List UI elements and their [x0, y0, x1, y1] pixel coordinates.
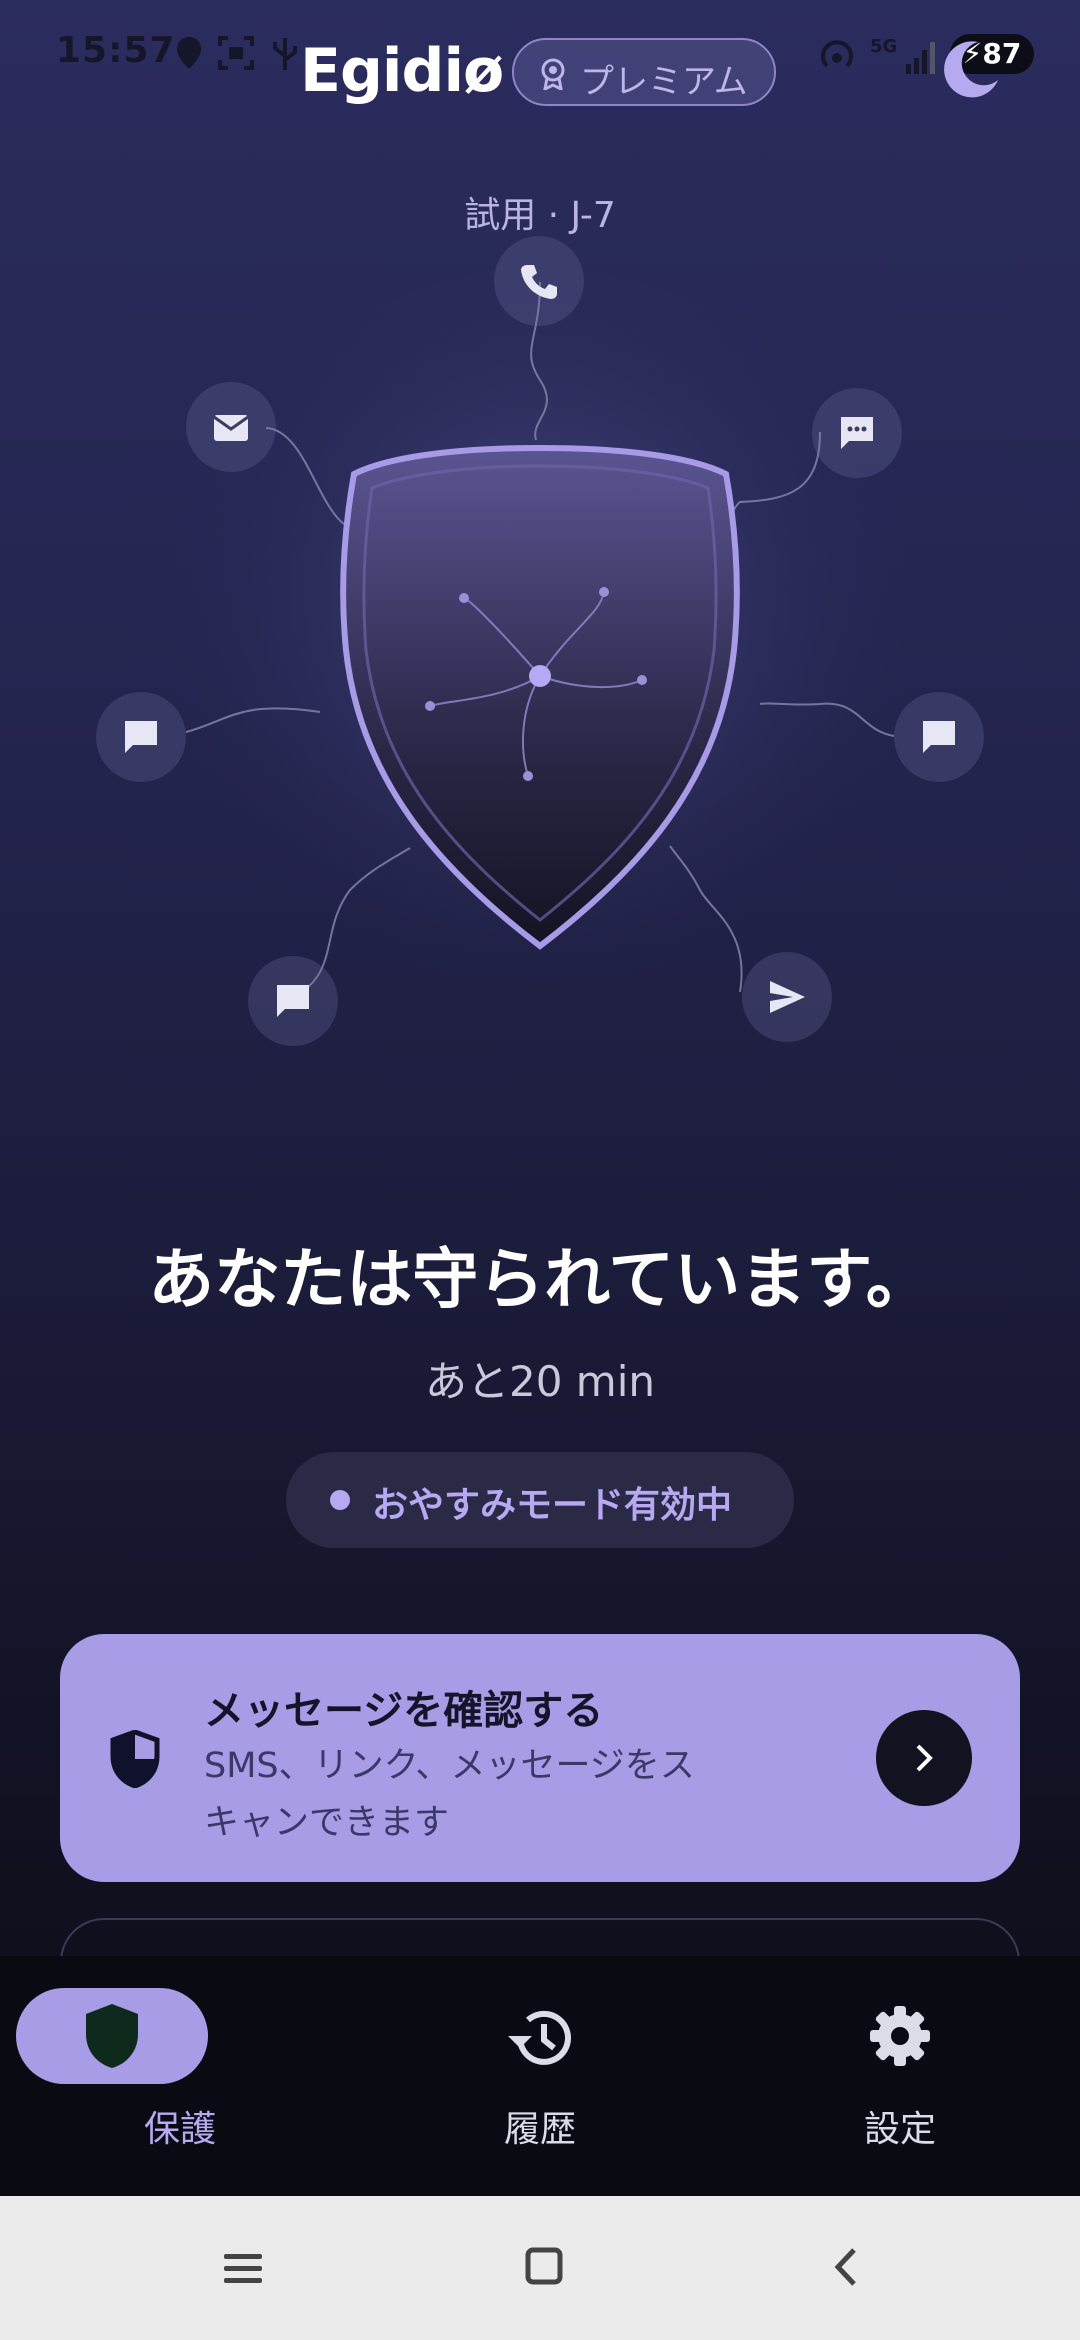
security-shield-icon — [110, 1730, 160, 1788]
premium-label: プレミアム — [580, 62, 748, 102]
chat-icon — [923, 721, 955, 753]
hotspot-icon — [821, 40, 853, 68]
usb-icon — [273, 38, 297, 70]
menu-icon[interactable] — [222, 2250, 264, 2286]
nav-item-settings[interactable]: 設定 — [720, 1956, 1080, 2196]
nav-item-protection[interactable]: 保護 — [0, 1956, 360, 2196]
chat-node — [248, 956, 338, 1046]
app-logo: Egidiø — [300, 36, 504, 106]
remaining-time: あと20 min — [425, 1357, 655, 1406]
chat-node — [96, 692, 186, 782]
protection-headline: あなたは守られています。 — [148, 1241, 932, 1318]
back-icon[interactable] — [830, 2246, 860, 2288]
nav-label-history: 履歴 — [503, 2109, 576, 2150]
open-check-button[interactable] — [876, 1710, 972, 1806]
status-time: 15:57 — [56, 30, 176, 71]
chat-icon — [277, 985, 309, 1017]
status-dot — [330, 1490, 350, 1510]
system-navigation-bar — [0, 2196, 1080, 2340]
email-icon — [213, 415, 249, 441]
home-icon[interactable] — [524, 2246, 564, 2286]
email-node — [186, 382, 276, 472]
signal-icon — [906, 42, 935, 74]
bottom-navigation: 保護 履歴 設定 — [0, 1956, 1080, 2196]
chat-icon — [125, 721, 157, 753]
phone-node — [494, 236, 584, 326]
nav-label-settings: 設定 — [863, 2109, 936, 2150]
nav-active-indicator — [16, 1988, 208, 2084]
history-icon — [508, 2010, 571, 2065]
chat-node — [894, 692, 984, 782]
card-description: SMS、リンク、メッセージをスキャンできます — [204, 1746, 695, 1843]
send-node — [742, 952, 832, 1042]
card-title: メッセージを確認する — [204, 1688, 604, 1734]
chevron-right-icon — [916, 1744, 933, 1772]
shield-icon — [86, 2004, 138, 2068]
shield-illustration — [0, 230, 1080, 1090]
location-icon — [177, 37, 201, 69]
shield-graphic — [160, 270, 920, 1030]
send-icon — [770, 981, 805, 1013]
phone-icon — [521, 265, 557, 299]
screenshot-icon — [218, 36, 254, 70]
nav-label-protection: 保護 — [143, 2109, 216, 2150]
premium-button[interactable]: プレミアム — [512, 38, 776, 106]
check-message-card[interactable]: メッセージを確認する SMS、リンク、メッセージをスキャンできます — [60, 1634, 1020, 1882]
gear-icon — [870, 2006, 930, 2066]
moon-icon[interactable] — [938, 38, 1002, 102]
sms-icon — [841, 417, 873, 449]
nav-item-history[interactable]: 履歴 — [360, 1956, 720, 2196]
sms-node — [812, 388, 902, 478]
mode-label: おやすみモード有効中 — [372, 1485, 733, 1526]
award-icon — [541, 58, 565, 90]
do-not-disturb-badge[interactable]: おやすみモード有効中 — [286, 1452, 794, 1548]
